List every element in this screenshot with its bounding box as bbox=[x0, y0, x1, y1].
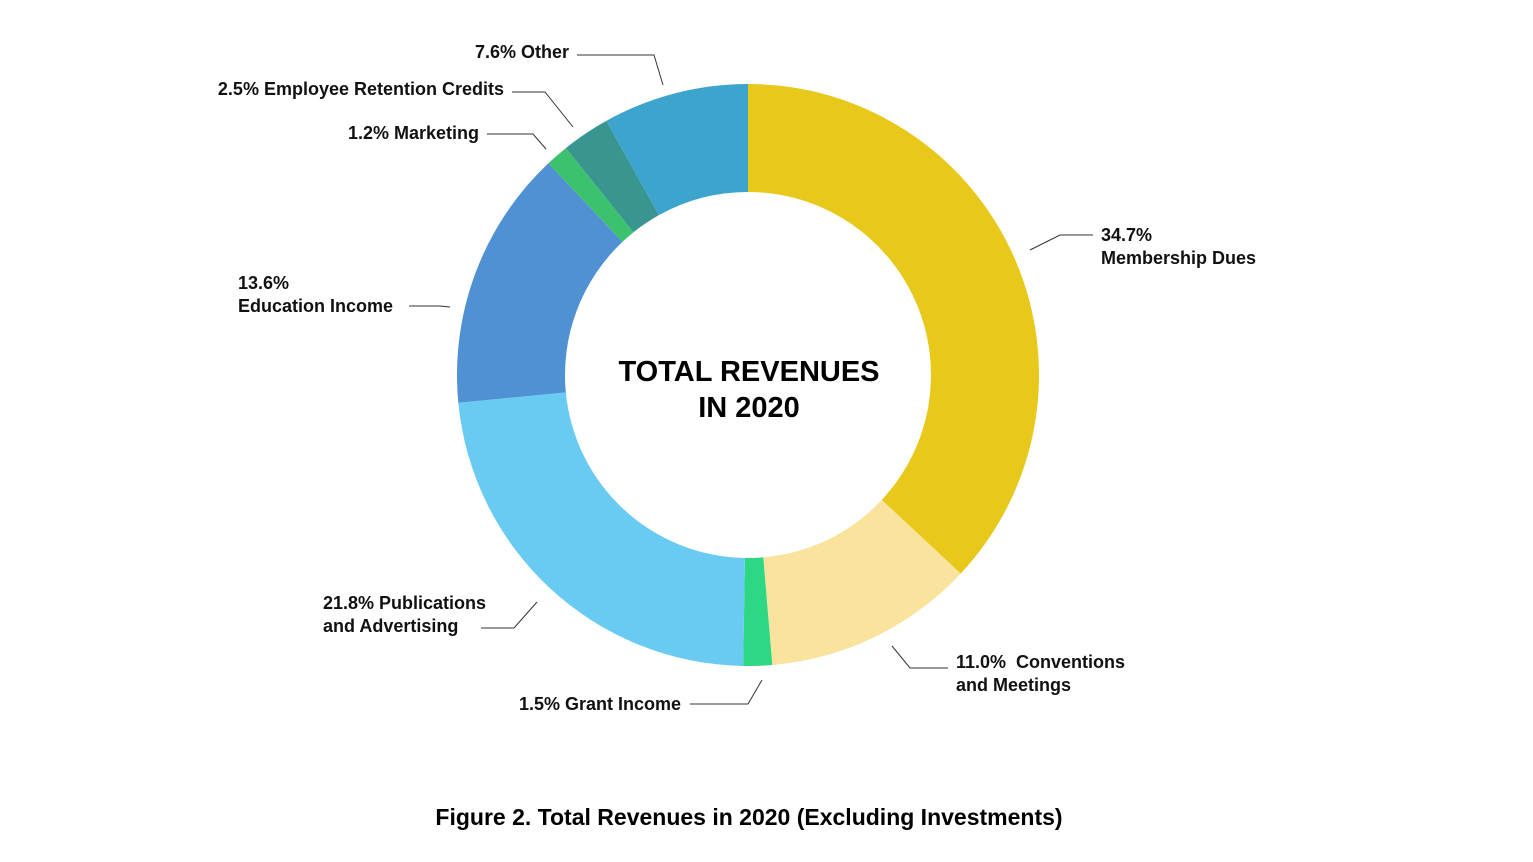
leader-line-marketing bbox=[487, 133, 547, 150]
slice-publications-and-advertising bbox=[458, 392, 745, 666]
center-title-line-1: TOTAL REVENUES bbox=[618, 356, 879, 388]
slice-label-line: 11.0% Conventions bbox=[956, 652, 1125, 672]
slice-label-employee-retention-credits: 2.5% Employee Retention Credits bbox=[218, 79, 504, 99]
slice-label-line: 34.7% bbox=[1101, 225, 1152, 245]
leader-line-publications-and-advertising bbox=[481, 601, 538, 629]
slice-label-line: 1.2% Marketing bbox=[348, 123, 479, 143]
slice-label-membership-dues: 34.7% Membership Dues bbox=[1101, 225, 1256, 268]
slice-label-publications-and-advertising: 21.8% Publications and Advertising bbox=[323, 593, 486, 636]
leader-line-conventions-and-meetings bbox=[891, 645, 948, 669]
slice-label-conventions-and-meetings: 11.0% Conventions and Meetings bbox=[956, 652, 1125, 695]
slice-membership-dues bbox=[748, 84, 1039, 574]
leader-line-employee-retention-credits bbox=[512, 91, 574, 128]
slice-label-grant-income: 1.5% Grant Income bbox=[519, 694, 681, 714]
leader-line-education-income bbox=[409, 305, 451, 308]
slice-label-education-income: 13.6% Education Income bbox=[238, 273, 393, 316]
slice-label-line: and Meetings bbox=[956, 675, 1071, 695]
slice-label-line: Education Income bbox=[238, 296, 393, 316]
slice-label-other: 7.6% Other bbox=[475, 42, 569, 62]
slice-label-line: 13.6% bbox=[238, 273, 289, 293]
slice-label-line: 21.8% Publications bbox=[323, 593, 486, 613]
center-title-line-2: IN 2020 bbox=[698, 392, 800, 424]
slice-label-line: 2.5% Employee Retention Credits bbox=[218, 79, 504, 99]
slice-label-marketing: 1.2% Marketing bbox=[348, 123, 479, 143]
figure-caption: Figure 2. Total Revenues in 2020 (Exclud… bbox=[435, 804, 1062, 830]
slice-label-line: and Advertising bbox=[323, 616, 458, 636]
leader-line-membership-dues bbox=[1029, 234, 1093, 251]
donut-chart: 34.7% Membership Dues 11.0% Conventions and… bbox=[218, 42, 1256, 830]
slice-label-line: 1.5% Grant Income bbox=[519, 694, 681, 714]
slice-label-line: Membership Dues bbox=[1101, 248, 1256, 268]
slice-label-line: 7.6% Other bbox=[475, 42, 569, 62]
leader-line-other bbox=[577, 54, 664, 86]
leader-line-grant-income bbox=[690, 679, 763, 705]
